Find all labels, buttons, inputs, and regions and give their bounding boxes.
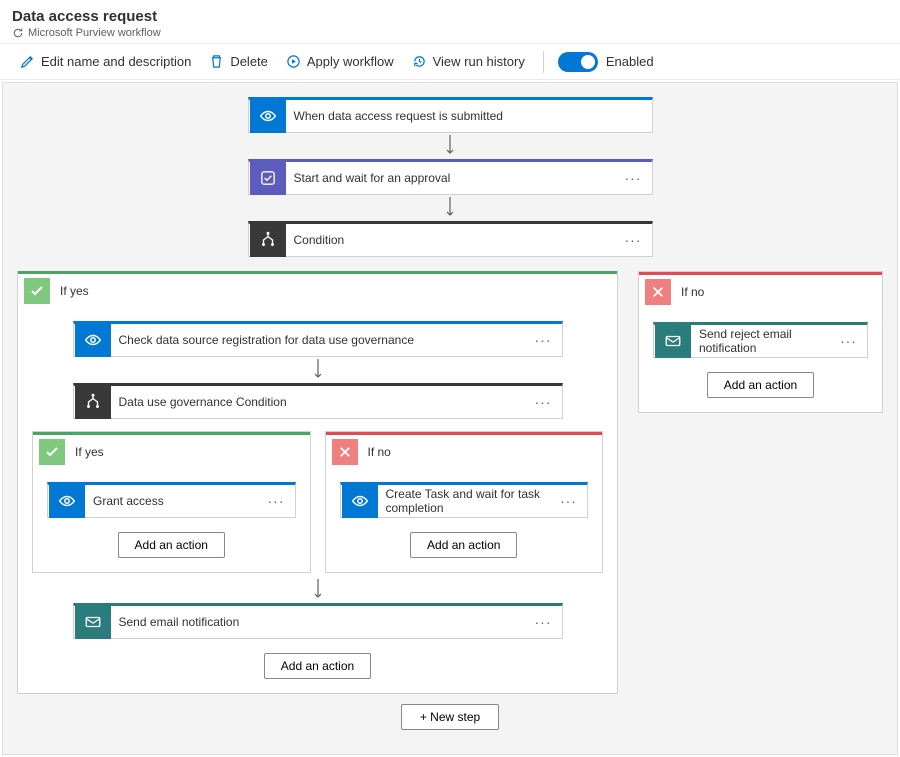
condition-card[interactable]: Condition ···	[248, 221, 653, 257]
inner-if-no-branch: If no Create Task and wait for task comp…	[325, 431, 604, 573]
view-history-button[interactable]: View run history	[404, 50, 533, 73]
more-icon[interactable]: ···	[615, 232, 652, 248]
check-icon	[24, 278, 50, 304]
branch-header: If yes	[18, 271, 617, 307]
edit-button[interactable]: Edit name and description	[12, 50, 199, 73]
refresh-icon	[12, 27, 24, 39]
more-icon[interactable]: ···	[615, 170, 652, 186]
branch-label: If yes	[75, 445, 104, 459]
if-yes-branch: If yes Check data source registration fo…	[17, 271, 618, 694]
trash-icon	[209, 54, 224, 69]
page-subtitle: Microsoft Purview workflow	[12, 27, 888, 39]
more-icon[interactable]: ···	[258, 493, 295, 509]
eye-icon	[342, 484, 378, 518]
x-icon	[332, 439, 358, 465]
reject-email-card[interactable]: Send reject email notification ···	[653, 322, 868, 358]
toolbar: Edit name and description Delete Apply w…	[0, 43, 900, 80]
arrow-down-icon	[445, 195, 455, 221]
card-label: When data access request is submitted	[286, 109, 652, 123]
card-label: Grant access	[85, 494, 258, 508]
add-action-button[interactable]: Add an action	[707, 372, 814, 398]
more-icon[interactable]: ···	[525, 332, 562, 348]
branch-header: If yes	[33, 432, 310, 468]
eye-icon	[250, 99, 286, 133]
check-icon	[39, 439, 65, 465]
apply-workflow-button[interactable]: Apply workflow	[278, 50, 402, 73]
branch-header: If no	[326, 432, 603, 468]
workflow-canvas: When data access request is submitted St…	[2, 82, 898, 755]
enabled-toggle[interactable]	[558, 52, 598, 72]
card-label: Condition	[286, 233, 615, 247]
x-icon	[645, 279, 671, 305]
mail-icon	[655, 324, 691, 358]
create-task-card[interactable]: Create Task and wait for task completion…	[340, 482, 589, 518]
add-action-button[interactable]: Add an action	[264, 653, 371, 679]
eye-icon	[75, 323, 111, 357]
card-label: Create Task and wait for task completion	[378, 487, 551, 515]
branch-header: If no	[639, 272, 882, 308]
enabled-label: Enabled	[606, 54, 654, 69]
arrow-down-icon	[313, 357, 323, 383]
delete-button[interactable]: Delete	[201, 50, 276, 73]
arrow-down-icon	[313, 577, 323, 603]
eye-icon	[49, 484, 85, 518]
approval-icon	[250, 161, 286, 195]
branch-label: If no	[368, 445, 391, 459]
if-no-branch: If no Send reject email notification ···…	[638, 271, 883, 413]
approval-card[interactable]: Start and wait for an approval ···	[248, 159, 653, 195]
mail-icon	[75, 605, 111, 639]
add-action-button[interactable]: Add an action	[410, 532, 517, 558]
add-action-button[interactable]: Add an action	[118, 532, 225, 558]
more-icon[interactable]: ···	[525, 614, 562, 630]
branch-label: If yes	[60, 284, 89, 298]
subtitle-text: Microsoft Purview workflow	[28, 27, 161, 39]
card-label: Start and wait for an approval	[286, 171, 615, 185]
history-icon	[412, 54, 427, 69]
more-icon[interactable]: ···	[830, 333, 867, 349]
grant-access-card[interactable]: Grant access ···	[47, 482, 296, 518]
inner-if-yes-branch: If yes Grant access ··· Add an action	[32, 431, 311, 573]
toolbar-divider	[543, 51, 544, 73]
condition-icon	[75, 385, 111, 419]
more-icon[interactable]: ···	[525, 394, 562, 410]
page-title: Data access request	[12, 8, 888, 25]
condition-icon	[250, 223, 286, 257]
check-registration-card[interactable]: Check data source registration for data …	[73, 321, 563, 357]
card-label: Data use governance Condition	[111, 395, 525, 409]
branch-label: If no	[681, 285, 704, 299]
card-label: Send email notification	[111, 615, 525, 629]
card-label: Send reject email notification	[691, 327, 830, 355]
send-email-card[interactable]: Send email notification ···	[73, 603, 563, 639]
arrow-down-icon	[445, 133, 455, 159]
new-step-button[interactable]: + New step	[401, 704, 499, 730]
card-label: Check data source registration for data …	[111, 333, 525, 347]
dug-condition-card[interactable]: Data use governance Condition ···	[73, 383, 563, 419]
trigger-card[interactable]: When data access request is submitted	[248, 97, 653, 133]
more-icon[interactable]: ···	[550, 493, 587, 509]
play-circle-icon	[286, 54, 301, 69]
pencil-icon	[20, 54, 35, 69]
